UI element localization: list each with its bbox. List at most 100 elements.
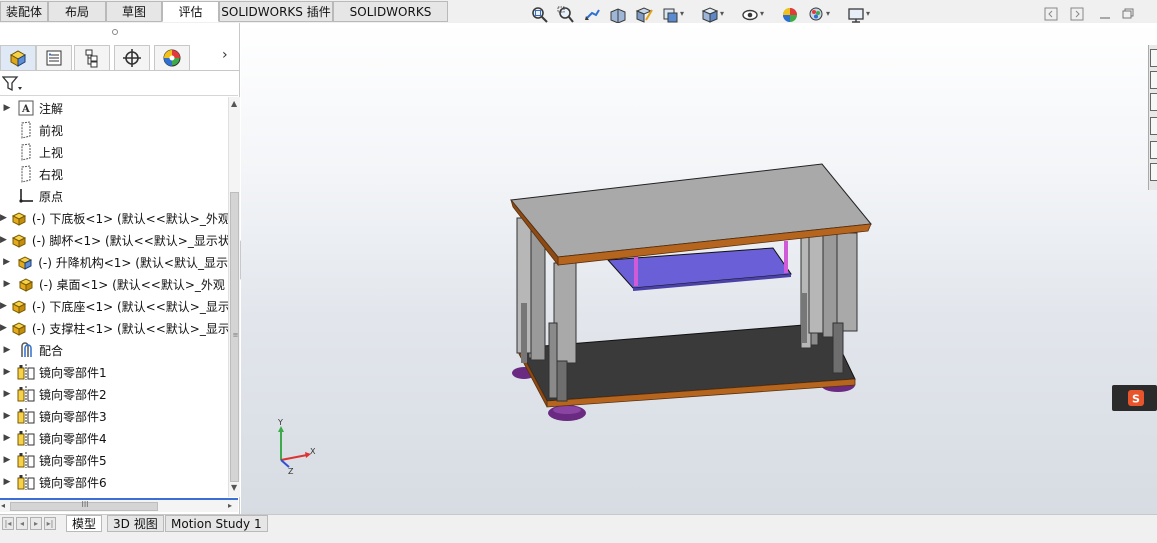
design-library-icon[interactable] (1150, 71, 1157, 89)
filter-icon[interactable] (2, 76, 22, 92)
plane-icon (17, 121, 35, 139)
expand-arrow-icon[interactable]: ▶ (0, 389, 14, 399)
part-icon (10, 209, 28, 227)
status-bar (0, 532, 1157, 543)
display-manager-tab[interactable] (154, 45, 190, 70)
chevron-down-icon[interactable]: ▾ (826, 10, 834, 18)
mirror-component-icon (17, 429, 35, 447)
expand-arrow-icon[interactable]: ▶ (0, 455, 14, 465)
chevron-down-icon[interactable]: ▾ (866, 10, 874, 18)
leg-front-right (808, 234, 824, 334)
solidworks-resources-icon[interactable] (1150, 49, 1157, 67)
view-palette-icon[interactable] (1150, 117, 1157, 135)
tree-item-label: (-) 下底座<1> (默认<<默认>_显示 (31, 299, 228, 314)
appearances-icon[interactable] (1150, 141, 1157, 159)
tree-item[interactable]: 原点 (0, 185, 228, 207)
custom-properties-icon[interactable] (1150, 163, 1157, 181)
dimxpert-manager-tab[interactable] (114, 45, 150, 70)
part-icon (10, 319, 28, 337)
tree-vertical-scrollbar[interactable]: ▲ ≡ ▼ (228, 97, 240, 497)
tree-item-label: 镜向零部件5 (39, 453, 107, 468)
tree-item-label: 上视 (39, 145, 64, 160)
tree-item[interactable]: ▶ 镜向零部件1 (0, 361, 228, 383)
expand-arrow-icon[interactable]: ▶ (0, 323, 7, 333)
ime-toolbar[interactable]: S (1112, 385, 1157, 411)
tab-solidworks-addins[interactable]: SOLIDWORKS 插件 (219, 1, 333, 22)
tree-item[interactable]: ▶ (-) 下底座<1> (默认<<默认>_显示 (0, 295, 228, 317)
prev-tab-icon[interactable]: ◂ (16, 517, 28, 530)
tab-layout[interactable]: 布局 (48, 1, 106, 22)
tree-item-label: (-) 升降机构<1> (默认<默认_显示 (38, 255, 228, 270)
chevron-down-icon[interactable]: ▾ (680, 10, 688, 18)
expand-arrow-icon[interactable]: ▶ (0, 103, 14, 113)
expand-arrow-icon[interactable]: ▶ (0, 345, 14, 355)
scroll-thumb[interactable]: ≡ (230, 192, 239, 482)
mirror-component-icon (17, 451, 35, 469)
tree-item[interactable]: ▶ 镜向零部件3 (0, 405, 228, 427)
tree-item[interactable]: ▶ 镜向零部件2 (0, 383, 228, 405)
axis-x-label: X (310, 447, 316, 456)
tile-left-icon[interactable] (1044, 7, 1058, 21)
scroll-right-icon[interactable]: ▸ (228, 501, 232, 510)
scroll-down-icon[interactable]: ▼ (231, 483, 237, 492)
svg-text:A: A (21, 104, 30, 115)
filter-row (0, 72, 238, 96)
tab-model[interactable]: 模型 (66, 515, 103, 532)
tree-item[interactable]: 右视 (0, 163, 228, 185)
expand-arrow-icon[interactable]: ▶ (0, 279, 14, 289)
tree-item[interactable]: ▶ A 注解 (0, 97, 228, 119)
expand-arrow-icon[interactable]: ▶ (0, 213, 7, 223)
minimize-icon[interactable] (1098, 7, 1112, 21)
part-icon (17, 275, 35, 293)
tree-item[interactable]: ▶ 镜向零部件6 (0, 471, 228, 493)
expand-arrow-icon[interactable]: ▶ (0, 433, 14, 443)
tree-horizontal-scrollbar[interactable]: ◂ III ▸ (0, 498, 238, 512)
chevron-down-icon[interactable]: ▾ (760, 10, 768, 18)
tab-motion-study-1[interactable]: Motion Study 1 (165, 515, 268, 532)
chevron-down-icon[interactable]: ▾ (720, 10, 728, 18)
tree-item[interactable]: ▶ (-) 下底板<1> (默认<<默认>_外观 (0, 207, 228, 229)
tree-item[interactable]: ▶ (-) 支撑柱<1> (默认<<默认>_显示 (0, 317, 228, 339)
tree-item[interactable]: ▶ 配合 (0, 339, 228, 361)
last-tab-icon[interactable]: ▸| (44, 517, 56, 530)
restore-icon[interactable] (1121, 7, 1135, 21)
graphics-area[interactable]: Y X Z (241, 23, 1157, 515)
tab-3d-views[interactable]: 3D 视图 (107, 515, 164, 532)
tree-item[interactable]: ▶ 镜向零部件5 (0, 449, 228, 471)
model-table[interactable] (241, 23, 1157, 515)
axis-y-label: Y (277, 418, 283, 427)
chevron-right-icon[interactable]: › (222, 47, 228, 63)
expand-arrow-icon[interactable]: ▶ (0, 257, 13, 267)
first-tab-icon[interactable]: |◂ (2, 517, 14, 530)
scroll-thumb[interactable]: III (10, 500, 158, 511)
tab-solidworks-mbd[interactable]: SOLIDWORKS MBD (333, 1, 448, 39)
tree-item[interactable]: ▶ (-) 升降机构<1> (默认<默认_显示 (0, 251, 228, 273)
expand-arrow-icon[interactable]: ▶ (0, 367, 14, 377)
tree-item[interactable]: 上视 (0, 141, 228, 163)
tree-item[interactable]: ▶ (-) 桌面<1> (默认<<默认>_外观 (0, 273, 228, 295)
tree-item-label: 前视 (39, 123, 64, 138)
file-explorer-icon[interactable] (1150, 93, 1157, 111)
tab-evaluate[interactable]: 评估 (162, 1, 219, 22)
property-manager-tab[interactable] (36, 45, 72, 70)
feature-manager-tab[interactable] (0, 45, 36, 70)
expand-arrow-icon[interactable]: ▶ (0, 477, 14, 487)
scroll-up-icon[interactable]: ▲ (231, 99, 237, 108)
expand-arrow-icon[interactable]: ▶ (0, 301, 7, 311)
expand-arrow-icon[interactable]: ▶ (0, 235, 7, 245)
configuration-manager-tab[interactable] (74, 45, 110, 70)
tree-item[interactable]: ▶ 镜向零部件4 (0, 427, 228, 449)
tab-sketch[interactable]: 草图 (106, 1, 162, 22)
tile-right-icon[interactable] (1070, 7, 1084, 21)
next-tab-icon[interactable]: ▸ (30, 517, 42, 530)
ime-logo-icon: S (1128, 390, 1144, 406)
scroll-left-icon[interactable]: ◂ (1, 501, 5, 510)
tree-item[interactable]: ▶ (-) 脚杯<1> (默认<<默认>_显示状 (0, 229, 228, 251)
tab-assembly[interactable]: 装配体 (0, 1, 48, 22)
manager-tabs: › (0, 43, 240, 71)
panel-grip-icon[interactable] (112, 29, 118, 35)
part-icon (10, 297, 28, 315)
tree-item-label: 原点 (39, 189, 64, 204)
expand-arrow-icon[interactable]: ▶ (0, 411, 14, 421)
tree-item[interactable]: 前视 (0, 119, 228, 141)
